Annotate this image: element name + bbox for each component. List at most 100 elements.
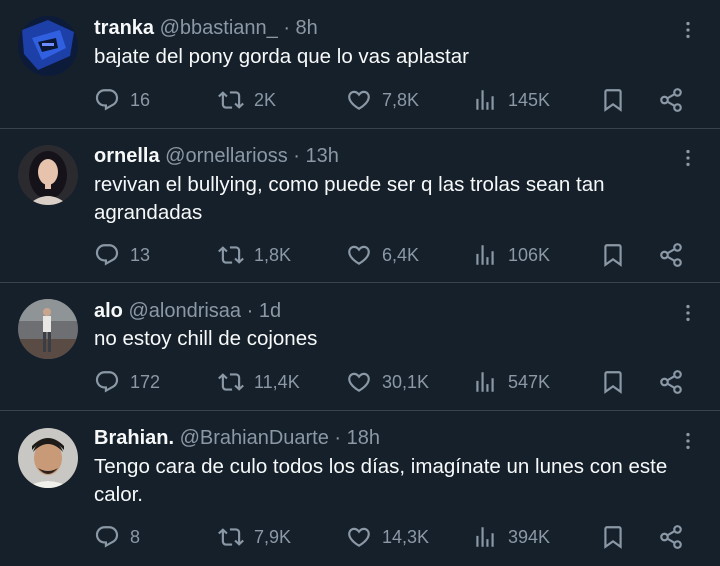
like-icon (346, 524, 372, 550)
display-name[interactable]: ornella (94, 145, 160, 167)
timestamp[interactable]: 13h (306, 145, 339, 167)
share-icon (658, 524, 684, 550)
reply-count: 172 (130, 371, 161, 392)
retweet-icon (218, 242, 244, 268)
reply-count: 8 (130, 526, 141, 547)
tweet-header: ornella @ornellarioss · 13h (94, 144, 339, 168)
views-button[interactable]: 106K (472, 239, 550, 271)
share-icon (658, 369, 684, 395)
retweet-count: 11,4K (254, 371, 300, 392)
views-icon (472, 87, 498, 113)
share-icon (658, 242, 684, 268)
timestamp[interactable]: 18h (347, 427, 380, 449)
reply-icon (94, 242, 120, 268)
tweet[interactable]: tranka @bbastiann_ · 8h bajate del pony … (0, 0, 720, 128)
reply-button[interactable]: 172 (94, 366, 160, 398)
like-button[interactable]: 7,8K (346, 84, 419, 116)
display-name[interactable]: Brahian. (94, 427, 174, 449)
retweet-count: 2K (254, 89, 277, 110)
reply-button[interactable]: 8 (94, 521, 140, 553)
display-name[interactable]: alo (94, 300, 123, 322)
separator: · (287, 145, 306, 167)
reply-count: 16 (130, 89, 151, 110)
user-handle[interactable]: @BrahianDuarte (180, 427, 329, 449)
tweet[interactable]: alo @alondrisaa · 1d no estoy chill de c… (0, 283, 720, 410)
avatar[interactable] (18, 428, 78, 488)
views-button[interactable]: 145K (472, 84, 550, 116)
separator: · (277, 17, 296, 39)
timestamp[interactable]: 8h (296, 17, 318, 39)
display-name[interactable]: tranka (94, 17, 154, 39)
like-count: 7,8K (382, 89, 420, 110)
share-button[interactable] (658, 521, 684, 553)
views-icon (472, 524, 498, 550)
like-icon (346, 87, 372, 113)
like-icon (346, 369, 372, 395)
retweet-icon (218, 369, 244, 395)
views-button[interactable]: 547K (472, 366, 550, 398)
bookmark-button[interactable] (600, 239, 626, 271)
reply-count: 13 (130, 244, 151, 265)
views-icon (472, 369, 498, 395)
bookmark-icon (600, 369, 626, 395)
avatar[interactable] (18, 16, 78, 76)
reply-icon (94, 369, 120, 395)
tweet-text: bajate del pony gorda que lo vas aplasta… (94, 45, 469, 68)
like-count: 6,4K (382, 244, 420, 265)
bookmark-icon (600, 87, 626, 113)
views-icon (472, 242, 498, 268)
retweet-button[interactable]: 11,4K (218, 366, 300, 398)
tweet[interactable]: Brahian. @BrahianDuarte · 18h Tengo cara… (0, 411, 720, 566)
more-options-icon[interactable] (676, 301, 700, 325)
views-count: 394K (508, 526, 551, 547)
retweet-count: 1,8K (254, 244, 292, 265)
user-handle[interactable]: @bbastiann_ (160, 17, 278, 39)
share-button[interactable] (658, 84, 684, 116)
bookmark-button[interactable] (600, 84, 626, 116)
avatar[interactable] (18, 299, 78, 359)
timestamp[interactable]: 1d (259, 300, 281, 322)
tweet-header: alo @alondrisaa · 1d (94, 299, 281, 323)
avatar[interactable] (18, 145, 78, 205)
action-bar: 16 2K 7,8K 145K (0, 84, 720, 116)
like-count: 14,3K (382, 526, 430, 547)
user-handle[interactable]: @alondrisaa (128, 300, 241, 322)
action-bar: 172 11,4K 30,1K 547K (0, 366, 720, 398)
reply-button[interactable]: 13 (94, 239, 150, 271)
retweet-button[interactable]: 2K (218, 84, 276, 116)
like-count: 30,1K (382, 371, 430, 392)
like-button[interactable]: 30,1K (346, 366, 429, 398)
like-icon (346, 242, 372, 268)
share-button[interactable] (658, 366, 684, 398)
separator: · (241, 300, 259, 322)
like-button[interactable]: 6,4K (346, 239, 419, 271)
retweet-button[interactable]: 1,8K (218, 239, 291, 271)
share-button[interactable] (658, 239, 684, 271)
like-button[interactable]: 14,3K (346, 521, 429, 553)
retweet-button[interactable]: 7,9K (218, 521, 291, 553)
retweet-icon (218, 524, 244, 550)
views-count: 547K (508, 371, 551, 392)
tweet-text: no estoy chill de cojones (94, 327, 318, 350)
tweet-header: tranka @bbastiann_ · 8h (94, 16, 318, 40)
bookmark-button[interactable] (600, 366, 626, 398)
reply-button[interactable]: 16 (94, 84, 150, 116)
more-options-icon[interactable] (676, 18, 700, 42)
tweet[interactable]: ornella @ornellarioss · 13h revivan el b… (0, 129, 720, 281)
more-options-icon[interactable] (676, 429, 700, 453)
retweet-count: 7,9K (254, 526, 292, 547)
tweet-text: revivan el bullying, como puede ser q la… (94, 173, 605, 224)
tweet-header: Brahian. @BrahianDuarte · 18h (94, 426, 380, 450)
separator: · (328, 427, 347, 449)
bookmark-button[interactable] (600, 521, 626, 553)
more-options-icon[interactable] (676, 146, 700, 170)
tweet-text: Tengo cara de culo todos los días, imagí… (94, 455, 668, 506)
action-bar: 13 1,8K 6,4K 106K (0, 239, 720, 271)
views-button[interactable]: 394K (472, 521, 550, 553)
bookmark-icon (600, 524, 626, 550)
views-count: 106K (508, 244, 551, 265)
reply-icon (94, 87, 120, 113)
retweet-icon (218, 87, 244, 113)
user-handle[interactable]: @ornellarioss (165, 145, 288, 167)
reply-icon (94, 524, 120, 550)
